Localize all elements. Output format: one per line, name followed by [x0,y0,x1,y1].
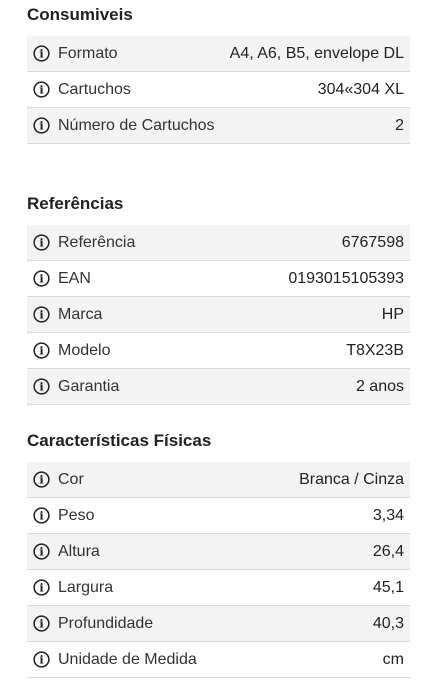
spec-row-ean: i EAN 0193015105393 [27,261,410,297]
spec-label: Cartuchos [58,80,131,98]
spec-label: Profundidade [58,614,154,632]
svg-text:i: i [39,580,44,594]
spec-row-altura: i Altura 26,4 [27,534,410,570]
spec-label: Peso [58,506,95,524]
info-icon[interactable]: i [33,306,50,323]
spec-row-profundidade: i Profundidade 40,3 [27,606,410,642]
spec-value: HP [381,305,404,323]
spec-label: Modelo [58,341,111,359]
svg-text:i: i [39,235,44,249]
section-title-caracteristicas-fisicas: Características Físicas [27,431,212,450]
info-icon[interactable]: i [33,378,50,395]
spec-value: 40,3 [372,614,404,632]
spec-value: Branca / Cinza [299,470,404,488]
svg-text:i: i [39,343,44,357]
spec-value: A4, A6, B5, envelope DL [229,44,404,62]
spec-label: Unidade de Medida [58,650,197,668]
info-icon[interactable]: i [33,579,50,596]
spec-row-referencia: i Referência 6767598 [27,225,410,261]
spec-table-consumiveis: i Formato A4, A6, B5, envelope DL i Cart… [27,36,410,144]
spec-table-referencias: i Referência 6767598 i EAN 0193015105393… [27,225,410,405]
info-icon[interactable]: i [33,270,50,287]
spec-row-garantia: i Garantia 2 anos [27,369,410,405]
spec-row-cor: i Cor Branca / Cinza [27,462,410,498]
info-icon[interactable]: i [33,234,50,251]
info-icon[interactable]: i [33,615,50,632]
section-title-consumiveis: Consumiveis [27,5,133,24]
svg-text:i: i [39,118,44,132]
spec-value: 304«304 XL [317,80,404,98]
spec-row-peso: i Peso 3,34 [27,498,410,534]
spec-value: 26,4 [372,542,404,560]
spec-label: Cor [58,470,84,488]
svg-text:i: i [39,544,44,558]
section-title-referencias: Referências [27,194,124,213]
spec-value: 2 anos [355,377,404,395]
svg-text:i: i [39,379,44,393]
spec-row-marca: i Marca HP [27,297,410,333]
spec-value: 0193015105393 [288,269,404,287]
spec-label: EAN [58,269,91,287]
spec-label: Marca [58,305,103,323]
spec-value: T8X23B [346,341,404,359]
spec-row-formato: i Formato A4, A6, B5, envelope DL [27,36,410,72]
info-icon[interactable]: i [33,342,50,359]
spec-value: 2 [395,116,404,134]
spec-label: Largura [58,578,114,596]
spec-label: Altura [58,542,100,560]
info-icon[interactable]: i [33,45,50,62]
spec-row-numero-cartuchos: i Número de Cartuchos 2 [27,108,410,144]
svg-text:i: i [39,616,44,630]
spec-value: 45,1 [372,578,404,596]
svg-text:i: i [39,307,44,321]
spec-value: 6767598 [341,233,404,251]
svg-text:i: i [39,82,44,96]
info-icon[interactable]: i [33,543,50,560]
spec-label: Formato [58,44,118,62]
svg-text:i: i [39,271,44,285]
info-icon[interactable]: i [33,117,50,134]
info-icon[interactable]: i [33,507,50,524]
spec-table-caracteristicas-fisicas: i Cor Branca / Cinza i Peso 3,34 i Altur… [27,462,410,678]
spec-label: Referência [58,233,136,251]
spec-row-largura: i Largura 45,1 [27,570,410,606]
spec-value: cm [382,650,404,668]
spec-row-unidade-medida: i Unidade de Medida cm [27,642,410,678]
spec-row-modelo: i Modelo T8X23B [27,333,410,369]
svg-text:i: i [39,46,44,60]
spec-label: Garantia [58,377,120,395]
info-icon[interactable]: i [33,471,50,488]
spec-value: 3,34 [372,506,404,524]
svg-text:i: i [39,652,44,666]
info-icon[interactable]: i [33,651,50,668]
svg-text:i: i [39,472,44,486]
spec-label: Número de Cartuchos [58,116,215,134]
spec-row-cartuchos: i Cartuchos 304«304 XL [27,72,410,108]
svg-text:i: i [39,508,44,522]
info-icon[interactable]: i [33,81,50,98]
